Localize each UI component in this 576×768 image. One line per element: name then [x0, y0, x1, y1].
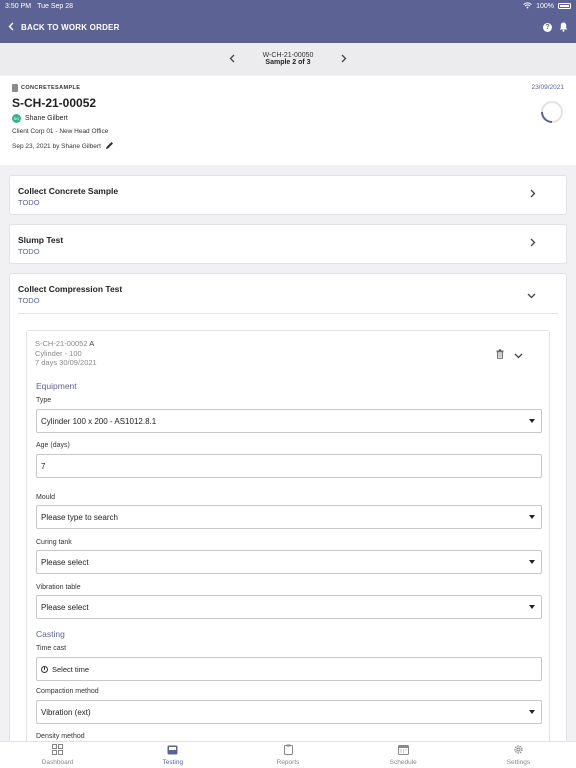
sample-pager: W-CH-21-00050 Sample 2 of 3	[0, 43, 576, 75]
age-input[interactable]: 7	[36, 454, 542, 478]
status-time: 3:50 PM	[5, 2, 32, 10]
client-name: Client Corp 01 - New Head Office	[12, 128, 109, 135]
dropdown-caret-icon	[529, 515, 535, 519]
created-meta: Sep 23, 2021 by Shane Gilbert	[12, 141, 564, 152]
divider	[18, 313, 558, 314]
wifi-icon	[523, 1, 532, 11]
curing-tank-value: Please select	[41, 557, 89, 567]
mould-placeholder: Please type to search	[41, 512, 118, 522]
compaction-method-value: Vibration (ext)	[41, 707, 91, 717]
tab-label: Dashboard	[41, 759, 74, 766]
status-bar: 3:50 PM Tue Sep 28 100%	[0, 0, 576, 12]
dropdown-caret-icon	[529, 605, 535, 609]
tab-reports[interactable]: Reports	[230, 742, 345, 768]
chevron-right-icon	[530, 187, 536, 201]
task-status: TODO	[18, 198, 40, 207]
curing-tank-select[interactable]: Please select	[36, 550, 542, 574]
chevron-down-icon[interactable]	[527, 288, 536, 302]
testing-icon	[167, 745, 178, 757]
tab-schedule[interactable]: Schedule	[346, 742, 461, 768]
specimen-age-due: 7 days 30/09/2021	[35, 358, 97, 367]
compaction-method-label: Compaction method	[36, 688, 99, 695]
chevron-left-icon	[8, 22, 14, 33]
avatar: SG	[12, 114, 21, 123]
battery-percent: 100%	[536, 2, 554, 10]
sample-type-label: CONCRETESAMPLE	[21, 85, 81, 91]
tab-label: Settings	[506, 759, 531, 766]
task-status: TODO	[18, 296, 40, 305]
chevron-right-icon	[530, 236, 536, 250]
time-cast-input[interactable]: Select time	[36, 657, 542, 681]
specimen-summary: S-CH-21-00052 A Cylinder - 100 7 days 30…	[35, 339, 97, 368]
vibration-table-value: Please select	[41, 602, 89, 612]
age-value: 7	[41, 461, 46, 471]
next-sample-button[interactable]	[341, 52, 347, 66]
pager-center: W-CH-21-00050 Sample 2 of 3	[263, 52, 314, 66]
vibration-table-label: Vibration table	[36, 584, 81, 591]
dropdown-caret-icon	[529, 710, 535, 714]
battery-icon	[558, 3, 571, 9]
sample-jar-icon	[12, 84, 18, 92]
tab-label: Reports	[276, 759, 300, 766]
specimen-letter: A	[89, 339, 95, 348]
casting-heading: Casting	[36, 629, 65, 639]
type-label: Type	[36, 397, 52, 404]
created-by: Sep 23, 2021 by Shane Gilbert	[12, 143, 101, 150]
trash-icon[interactable]	[496, 346, 504, 364]
dropdown-caret-icon	[529, 560, 535, 564]
curing-tank-label: Curing tank	[36, 539, 72, 546]
dropdown-caret-icon	[529, 419, 535, 423]
tab-label: Testing	[162, 758, 184, 766]
chevron-down-icon[interactable]	[514, 346, 523, 364]
equipment-heading: Equipment	[36, 381, 77, 391]
loading-spinner-icon	[540, 100, 564, 129]
status-date: Tue Sep 28	[37, 2, 74, 10]
help-icon[interactable]: ?	[543, 23, 552, 32]
pencil-icon[interactable]	[105, 141, 114, 152]
tab-testing[interactable]: Testing	[115, 742, 230, 768]
specimen-id: S-CH-21-00052	[35, 339, 88, 348]
tab-dashboard[interactable]: Dashboard	[0, 742, 115, 768]
work-order-number: W-CH-21-00050	[262, 52, 314, 59]
assignee: SG Shane Gilbert	[12, 114, 564, 123]
clipboard-icon	[283, 744, 293, 757]
sample-type: CONCRETESAMPLE	[12, 84, 564, 92]
sample-header: CONCRETESAMPLE S-CH-21-00052 SG Shane Gi…	[0, 76, 576, 165]
tab-label: Schedule	[389, 759, 417, 766]
assignee-name: Shane Gilbert	[25, 115, 68, 122]
dashboard-icon	[52, 744, 64, 757]
sample-date: 23/09/2021	[531, 84, 564, 91]
tab-settings[interactable]: Settings	[461, 742, 576, 768]
mould-search-select[interactable]: Please type to search	[36, 505, 542, 529]
task-title: Slump Test	[18, 235, 64, 245]
vibration-table-select[interactable]: Please select	[36, 595, 542, 619]
density-method-label: Density method	[36, 733, 85, 740]
type-value: Cylinder 100 x 200 - AS1012.8.1	[41, 416, 157, 426]
previous-sample-button[interactable]	[229, 52, 235, 66]
sample-id: S-CH-21-00052	[12, 96, 97, 110]
top-nav-bar: BACK TO WORK ORDER ?	[0, 12, 576, 43]
back-label: BACK TO WORK ORDER	[21, 23, 120, 32]
bottom-tab-bar: Dashboard Testing Reports Schedule Setti…	[0, 741, 576, 768]
task-card-collect-concrete-sample[interactable]: Collect Concrete Sample TODO	[9, 175, 567, 215]
back-to-work-order-button[interactable]: BACK TO WORK ORDER	[8, 22, 120, 33]
task-title: Collect Compression Test	[18, 284, 123, 294]
calendar-icon	[397, 744, 409, 757]
specimen-type: Cylinder - 100	[35, 348, 82, 358]
gear-icon	[513, 744, 524, 757]
mould-label: Mould	[36, 494, 56, 501]
task-card-slump-test[interactable]: Slump Test TODO	[9, 224, 567, 264]
specimen-card: S-CH-21-00052 A Cylinder - 100 7 days 30…	[26, 330, 550, 750]
time-cast-value: Select time	[52, 664, 90, 674]
sample-index: Sample 2 of 3	[265, 59, 311, 66]
age-label: Age (days)	[36, 442, 70, 449]
task-title: Collect Concrete Sample	[18, 186, 119, 196]
task-status: TODO	[18, 247, 40, 256]
clock-icon	[41, 665, 48, 673]
compaction-method-select[interactable]: Vibration (ext)	[36, 700, 542, 724]
bell-icon[interactable]	[559, 19, 568, 37]
type-select[interactable]: Cylinder 100 x 200 - AS1012.8.1	[36, 409, 542, 433]
time-cast-label: Time cast	[36, 645, 67, 652]
